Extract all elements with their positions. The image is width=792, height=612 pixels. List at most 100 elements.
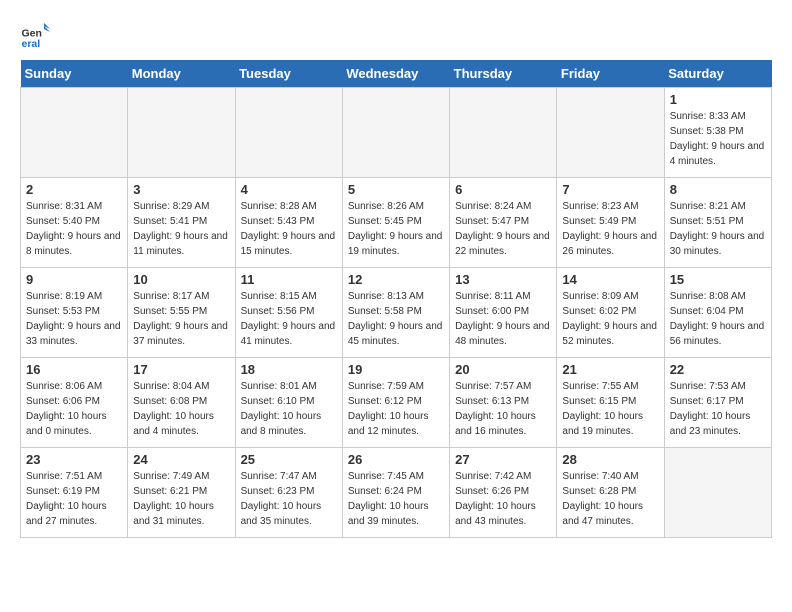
day-info: Sunrise: 7:55 AM Sunset: 6:15 PM Dayligh… xyxy=(562,379,658,439)
day-number: 6 xyxy=(455,182,551,197)
calendar-cell: 18 Sunrise: 8:01 AM Sunset: 6:10 PM Dayli… xyxy=(235,358,342,448)
calendar-cell: 3 Sunrise: 8:29 AM Sunset: 5:41 PM Daylig… xyxy=(128,178,235,268)
calendar-cell: 20Sunrise: 7:57 AM Sunset: 6:13 PM Dayli… xyxy=(450,358,557,448)
calendar-cell: 23 Sunrise: 7:51 AM Sunset: 6:19 PM Dayli… xyxy=(21,448,128,538)
day-number: 25 xyxy=(241,452,337,467)
calendar-cell: 21 Sunrise: 7:55 AM Sunset: 6:15 PM Dayli… xyxy=(557,358,664,448)
day-info: Sunrise: 8:33 AM Sunset: 5:38 PM Dayligh… xyxy=(670,109,766,169)
calendar-cell: 14 Sunrise: 8:09 AM Sunset: 6:02 PM Dayli… xyxy=(557,268,664,358)
day-info: Sunrise: 7:47 AM Sunset: 6:23 PM Dayligh… xyxy=(241,469,337,529)
calendar-cell xyxy=(557,88,664,178)
day-info: Sunrise: 8:04 AM Sunset: 6:08 PM Dayligh… xyxy=(133,379,229,439)
day-number: 24 xyxy=(133,452,229,467)
day-number: 19 xyxy=(348,362,444,377)
day-info: Sunrise: 8:19 AM Sunset: 5:53 PM Dayligh… xyxy=(26,289,122,349)
day-info: Sunrise: 7:57 AM Sunset: 6:13 PM Dayligh… xyxy=(455,379,551,439)
calendar-cell: 7 Sunrise: 8:23 AM Sunset: 5:49 PM Daylig… xyxy=(557,178,664,268)
calendar-cell: 9 Sunrise: 8:19 AM Sunset: 5:53 PM Daylig… xyxy=(21,268,128,358)
day-info: Sunrise: 8:13 AM Sunset: 5:58 PM Dayligh… xyxy=(348,289,444,349)
weekday-header: Monday xyxy=(128,60,235,88)
day-number: 11 xyxy=(241,272,337,287)
day-info: Sunrise: 8:01 AM Sunset: 6:10 PM Dayligh… xyxy=(241,379,337,439)
calendar-cell: 17 Sunrise: 8:04 AM Sunset: 6:08 PM Dayli… xyxy=(128,358,235,448)
day-number: 1 xyxy=(670,92,766,107)
day-number: 17 xyxy=(133,362,229,377)
calendar-cell: 11 Sunrise: 8:15 AM Sunset: 5:56 PM Dayli… xyxy=(235,268,342,358)
day-number: 15 xyxy=(670,272,766,287)
calendar-cell: 1 Sunrise: 8:33 AM Sunset: 5:38 PM Daylig… xyxy=(664,88,771,178)
calendar-cell: 15 Sunrise: 8:08 AM Sunset: 6:04 PM Dayli… xyxy=(664,268,771,358)
calendar-week: 2 Sunrise: 8:31 AM Sunset: 5:40 PM Daylig… xyxy=(21,178,772,268)
header-row: SundayMondayTuesdayWednesdayThursdayFrid… xyxy=(21,60,772,88)
day-number: 28 xyxy=(562,452,658,467)
calendar-cell: 10 Sunrise: 8:17 AM Sunset: 5:55 PM Dayli… xyxy=(128,268,235,358)
day-info: Sunrise: 7:49 AM Sunset: 6:21 PM Dayligh… xyxy=(133,469,229,529)
weekday-header: Saturday xyxy=(664,60,771,88)
page-header: Gen eral xyxy=(20,20,772,50)
day-number: 26 xyxy=(348,452,444,467)
calendar-cell: 6Sunrise: 8:24 AM Sunset: 5:47 PM Daylig… xyxy=(450,178,557,268)
day-number: 14 xyxy=(562,272,658,287)
day-number: 8 xyxy=(670,182,766,197)
day-info: Sunrise: 8:08 AM Sunset: 6:04 PM Dayligh… xyxy=(670,289,766,349)
day-info: Sunrise: 8:17 AM Sunset: 5:55 PM Dayligh… xyxy=(133,289,229,349)
weekday-header: Sunday xyxy=(21,60,128,88)
day-info: Sunrise: 7:51 AM Sunset: 6:19 PM Dayligh… xyxy=(26,469,122,529)
day-info: Sunrise: 7:42 AM Sunset: 6:26 PM Dayligh… xyxy=(455,469,551,529)
day-number: 13 xyxy=(455,272,551,287)
weekday-header: Tuesday xyxy=(235,60,342,88)
calendar-cell xyxy=(450,88,557,178)
day-info: Sunrise: 8:06 AM Sunset: 6:06 PM Dayligh… xyxy=(26,379,122,439)
calendar-cell xyxy=(664,448,771,538)
day-number: 12 xyxy=(348,272,444,287)
day-info: Sunrise: 8:31 AM Sunset: 5:40 PM Dayligh… xyxy=(26,199,122,259)
calendar-cell: 27 Sunrise: 7:42 AM Sunset: 6:26 PM Dayli… xyxy=(450,448,557,538)
day-info: Sunrise: 8:26 AM Sunset: 5:45 PM Dayligh… xyxy=(348,199,444,259)
calendar-cell: 4Sunrise: 8:28 AM Sunset: 5:43 PM Daylig… xyxy=(235,178,342,268)
day-number: 27 xyxy=(455,452,551,467)
calendar-week: 1 Sunrise: 8:33 AM Sunset: 5:38 PM Daylig… xyxy=(21,88,772,178)
logo: Gen eral xyxy=(20,20,54,50)
calendar-cell: 13 Sunrise: 8:11 AM Sunset: 6:00 PM Dayli… xyxy=(450,268,557,358)
day-info: Sunrise: 8:11 AM Sunset: 6:00 PM Dayligh… xyxy=(455,289,551,349)
day-info: Sunrise: 7:40 AM Sunset: 6:28 PM Dayligh… xyxy=(562,469,658,529)
calendar-cell xyxy=(235,88,342,178)
day-info: Sunrise: 8:28 AM Sunset: 5:43 PM Dayligh… xyxy=(241,199,337,259)
svg-text:eral: eral xyxy=(22,38,41,50)
day-info: Sunrise: 7:45 AM Sunset: 6:24 PM Dayligh… xyxy=(348,469,444,529)
day-info: Sunrise: 8:21 AM Sunset: 5:51 PM Dayligh… xyxy=(670,199,766,259)
calendar-cell xyxy=(128,88,235,178)
logo-icon: Gen eral xyxy=(20,20,50,50)
day-number: 5 xyxy=(348,182,444,197)
calendar-cell: 12 Sunrise: 8:13 AM Sunset: 5:58 PM Dayli… xyxy=(342,268,449,358)
calendar-cell: 19Sunrise: 7:59 AM Sunset: 6:12 PM Dayli… xyxy=(342,358,449,448)
calendar-cell: 2 Sunrise: 8:31 AM Sunset: 5:40 PM Daylig… xyxy=(21,178,128,268)
day-number: 2 xyxy=(26,182,122,197)
day-number: 3 xyxy=(133,182,229,197)
day-number: 9 xyxy=(26,272,122,287)
day-info: Sunrise: 7:53 AM Sunset: 6:17 PM Dayligh… xyxy=(670,379,766,439)
day-number: 18 xyxy=(241,362,337,377)
day-number: 7 xyxy=(562,182,658,197)
day-number: 10 xyxy=(133,272,229,287)
day-number: 22 xyxy=(670,362,766,377)
day-info: Sunrise: 8:09 AM Sunset: 6:02 PM Dayligh… xyxy=(562,289,658,349)
calendar-table: SundayMondayTuesdayWednesdayThursdayFrid… xyxy=(20,60,772,538)
calendar-cell xyxy=(342,88,449,178)
calendar-cell: 5 Sunrise: 8:26 AM Sunset: 5:45 PM Daylig… xyxy=(342,178,449,268)
weekday-header: Thursday xyxy=(450,60,557,88)
weekday-header: Friday xyxy=(557,60,664,88)
day-info: Sunrise: 8:23 AM Sunset: 5:49 PM Dayligh… xyxy=(562,199,658,259)
calendar-cell: 24 Sunrise: 7:49 AM Sunset: 6:21 PM Dayli… xyxy=(128,448,235,538)
calendar-cell: 22 Sunrise: 7:53 AM Sunset: 6:17 PM Dayli… xyxy=(664,358,771,448)
calendar-cell: 26 Sunrise: 7:45 AM Sunset: 6:24 PM Dayli… xyxy=(342,448,449,538)
calendar-cell xyxy=(21,88,128,178)
calendar-cell: 16Sunrise: 8:06 AM Sunset: 6:06 PM Dayli… xyxy=(21,358,128,448)
calendar-week: 23 Sunrise: 7:51 AM Sunset: 6:19 PM Dayli… xyxy=(21,448,772,538)
day-info: Sunrise: 8:29 AM Sunset: 5:41 PM Dayligh… xyxy=(133,199,229,259)
day-number: 21 xyxy=(562,362,658,377)
calendar-cell: 28 Sunrise: 7:40 AM Sunset: 6:28 PM Dayli… xyxy=(557,448,664,538)
calendar-week: 9 Sunrise: 8:19 AM Sunset: 5:53 PM Daylig… xyxy=(21,268,772,358)
day-info: Sunrise: 8:15 AM Sunset: 5:56 PM Dayligh… xyxy=(241,289,337,349)
day-number: 23 xyxy=(26,452,122,467)
